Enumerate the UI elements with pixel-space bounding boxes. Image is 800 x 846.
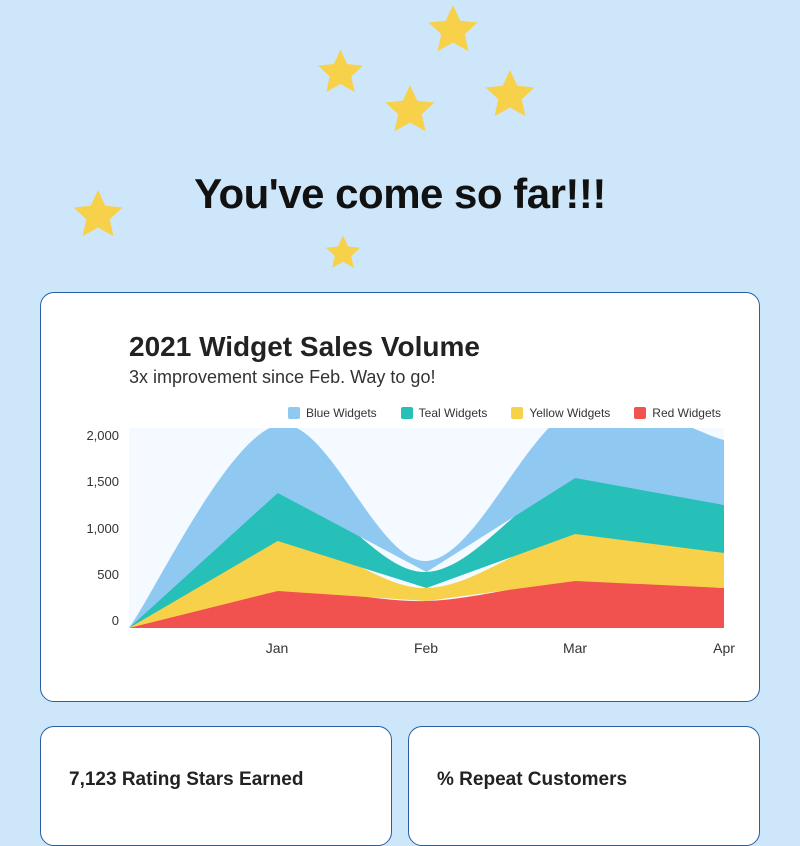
page-title: You've come so far!!! [0, 170, 800, 218]
y-tick: 1,500 [86, 474, 119, 489]
star-icon [380, 80, 440, 140]
legend-swatch [511, 407, 523, 419]
legend-item: Red Widgets [634, 406, 721, 420]
star-icon [313, 45, 368, 100]
star-icon [322, 232, 364, 274]
legend-item: Yellow Widgets [511, 406, 610, 420]
x-tick: Feb [414, 640, 438, 656]
y-tick: 0 [112, 613, 119, 628]
chart-card: 2021 Widget Sales Volume 3x improvement … [40, 292, 760, 702]
chart-subtitle: 3x improvement since Feb. Way to go! [129, 367, 731, 388]
y-tick: 1,000 [86, 521, 119, 536]
legend-swatch [634, 407, 646, 419]
stat-card-stars: 7,123 Rating Stars Earned [40, 726, 392, 846]
stat-card-repeat: % Repeat Customers [408, 726, 760, 846]
legend-swatch [288, 407, 300, 419]
x-tick: Jan [266, 640, 289, 656]
legend-item: Blue Widgets [288, 406, 377, 420]
star-icon [480, 65, 540, 125]
chart-title: 2021 Widget Sales Volume [129, 331, 731, 363]
legend-label: Teal Widgets [419, 406, 488, 420]
legend-item: Teal Widgets [401, 406, 488, 420]
legend-swatch [401, 407, 413, 419]
area-chart [129, 428, 724, 628]
legend-label: Yellow Widgets [529, 406, 610, 420]
x-axis: Jan Feb Mar Apr [129, 628, 724, 648]
y-axis: 2,000 1,500 1,000 500 0 [69, 428, 129, 628]
y-tick: 2,000 [86, 428, 119, 443]
star-icon [423, 0, 483, 60]
x-tick: Apr [713, 640, 735, 656]
stat-title: 7,123 Rating Stars Earned [69, 769, 363, 791]
area-chart-svg [129, 428, 724, 628]
stat-title: % Repeat Customers [437, 769, 731, 791]
chart-legend: Blue Widgets Teal Widgets Yellow Widgets… [69, 406, 721, 420]
legend-label: Blue Widgets [306, 406, 377, 420]
x-tick: Mar [563, 640, 587, 656]
legend-label: Red Widgets [652, 406, 721, 420]
y-tick: 500 [97, 567, 119, 582]
